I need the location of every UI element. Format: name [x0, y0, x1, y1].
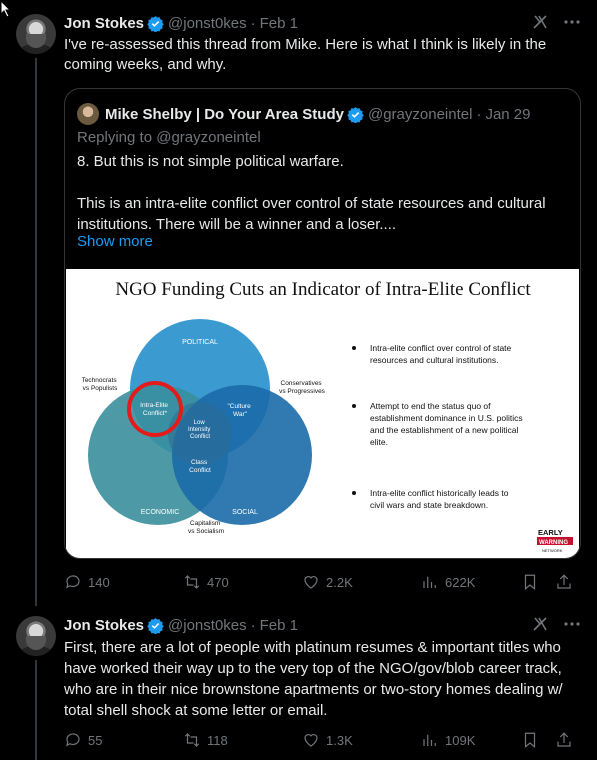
heart-icon — [304, 576, 318, 589]
share-icon[interactable] — [555, 731, 573, 749]
show-more-link[interactable]: Show more — [77, 233, 153, 250]
conservatives-label: Conservatives vs Progressives — [279, 380, 326, 395]
early-warning-network-logo: EARLY WARNING NETWORK — [537, 528, 573, 553]
social-label: SOCIAL — [232, 509, 258, 516]
view-count: 109K — [445, 732, 476, 748]
technocrats-label: Technocrats vs Populists — [82, 377, 119, 392]
tweet-text: First, there are a lot of people with pl… — [64, 639, 563, 719]
bookmark-icon[interactable] — [521, 573, 539, 591]
repost-icon — [184, 733, 200, 747]
verified-badge-icon — [147, 617, 164, 634]
quoted-tweet-date[interactable]: Jan 29 — [485, 106, 530, 123]
reply-count: 55 — [88, 732, 103, 748]
author-handle[interactable]: @jonst0kes — [168, 617, 247, 634]
share-icon[interactable] — [555, 573, 573, 591]
author-handle[interactable]: @jonst0kes — [168, 15, 247, 32]
repost-button[interactable]: 470 — [183, 573, 302, 591]
verified-badge-icon — [347, 106, 364, 123]
repost-count: 118 — [207, 732, 228, 748]
reply-count: 140 — [88, 574, 110, 590]
like-count: 1.3K — [326, 732, 353, 748]
like-count: 2.2K — [326, 574, 353, 590]
intra-elite-label: Intra-Elite Conflict* — [140, 402, 170, 417]
views-icon — [423, 734, 436, 746]
class-conflict-label: Class Conflict — [189, 459, 211, 474]
reply-button[interactable]: 140 — [64, 573, 183, 591]
grok-icon[interactable] — [531, 13, 549, 31]
economic-label: ECONOMIC — [141, 509, 180, 516]
separator-dot: · — [250, 616, 256, 634]
thread-line — [35, 58, 37, 606]
repost-count: 470 — [207, 574, 229, 590]
svg-text:NETWORK: NETWORK — [542, 548, 563, 553]
like-button[interactable]: 1.3K — [302, 731, 421, 749]
views-icon — [423, 576, 436, 588]
separator-dot: · — [476, 105, 482, 123]
avatar[interactable] — [16, 14, 56, 54]
infographic-title: NGO Funding Cuts an Indicator of Intra-E… — [115, 279, 531, 300]
svg-text:Attempt to end the status quo: Attempt to end the status quo of establis… — [370, 401, 523, 447]
quoted-tweet[interactable]: Mike Shelby | Do Your Area Study @grayzo… — [64, 88, 581, 559]
more-options-icon[interactable] — [563, 615, 581, 633]
heart-icon — [304, 734, 318, 747]
repost-button[interactable]: 118 — [183, 731, 302, 749]
quoted-text-line2: This is an intra-elite conflict over con… — [77, 195, 546, 233]
separator-dot: · — [250, 14, 256, 32]
quoted-avatar[interactable] — [77, 103, 99, 125]
tweet-text: I've re-assessed this thread from Mike. … — [64, 36, 547, 73]
grok-icon[interactable] — [531, 615, 549, 633]
quoted-image[interactable]: NGO Funding Cuts an Indicator of Intra-E… — [66, 269, 579, 558]
quoted-author-name[interactable]: Mike Shelby | Do Your Area Study — [105, 106, 344, 123]
tweet-actions: 55 118 1.3K 109K — [64, 730, 581, 750]
quoted-text-line1: 8. But this is not simple political warf… — [77, 153, 344, 170]
repost-icon — [184, 575, 200, 589]
view-count: 622K — [445, 574, 476, 590]
verified-badge-icon — [147, 15, 164, 32]
tweet-1[interactable]: Jon Stokes @jonst0kes · Feb 1 I've re-as… — [0, 0, 597, 606]
tweet-2[interactable]: Jon Stokes @jonst0kes · Feb 1 First, the… — [0, 606, 597, 760]
quoted-author-handle[interactable]: @grayzoneintel — [368, 106, 472, 123]
svg-text:Intra-elite conflict over cont: Intra-elite conflict over control of sta… — [370, 343, 512, 365]
views-button[interactable]: 109K — [421, 731, 521, 749]
tweet-date[interactable]: Feb 1 — [260, 617, 298, 634]
bookmark-icon[interactable] — [521, 731, 539, 749]
tweet-date[interactable]: Feb 1 — [260, 15, 298, 32]
reply-button[interactable]: 55 — [64, 731, 183, 749]
svg-text:EARLY: EARLY — [538, 528, 563, 537]
svg-text:Intra-elite conflict historica: Intra-elite conflict historically leads … — [370, 488, 509, 510]
tweet-actions: 140 470 2.2K 622K — [64, 572, 581, 592]
like-button[interactable]: 2.2K — [302, 573, 421, 591]
avatar[interactable] — [16, 616, 56, 656]
reply-icon — [66, 733, 80, 747]
bullet-list: Intra-elite conflict over control of sta… — [352, 343, 523, 510]
political-label: POLITICAL — [182, 339, 218, 346]
svg-text:WARNING: WARNING — [539, 540, 568, 546]
author-name[interactable]: Jon Stokes — [64, 15, 144, 32]
thread-line — [35, 660, 37, 760]
more-options-icon[interactable] — [563, 13, 581, 31]
author-name[interactable]: Jon Stokes — [64, 617, 144, 634]
reply-icon — [66, 575, 80, 589]
replying-to[interactable]: Replying to @grayzoneintel — [77, 129, 261, 146]
views-button[interactable]: 622K — [421, 573, 521, 591]
capitalism-label: Capitalism vs Socialism — [188, 520, 224, 535]
